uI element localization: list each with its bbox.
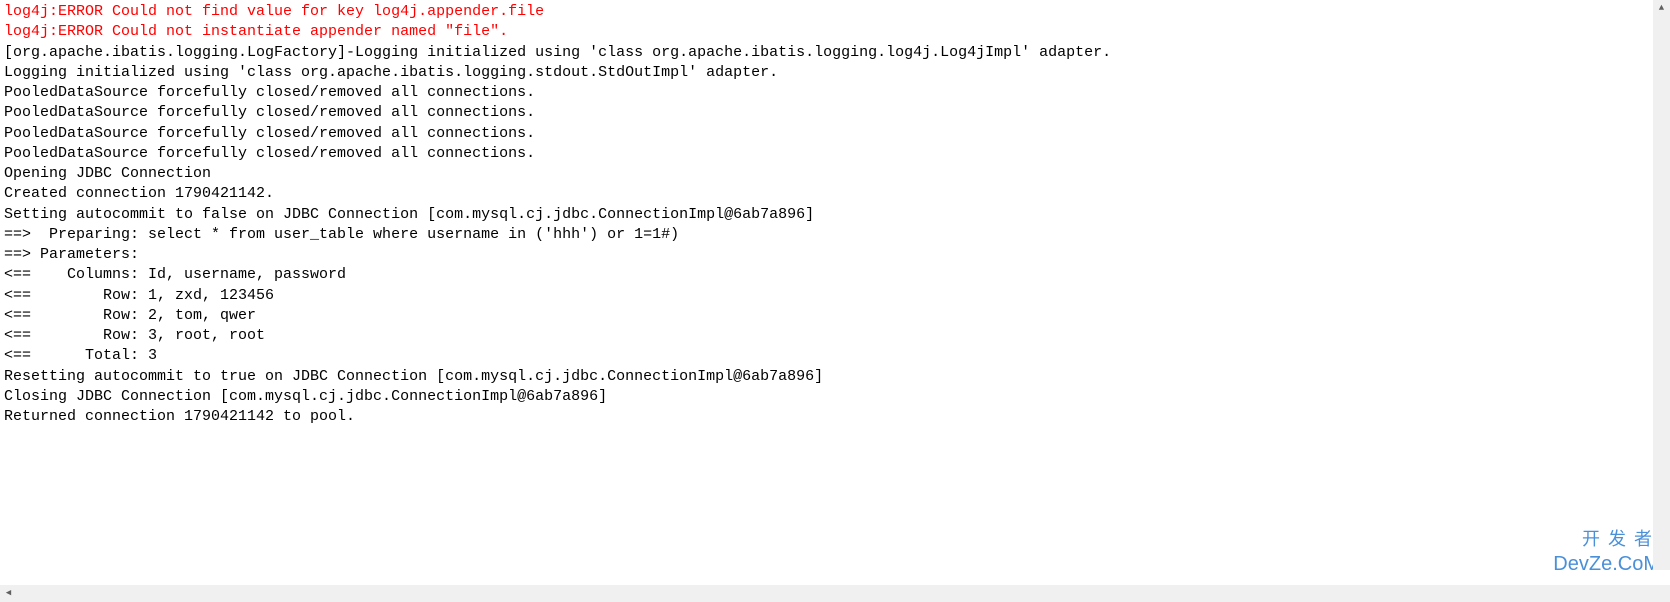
log-line: <== Row: 1, zxd, 123456: [4, 286, 1666, 306]
scroll-left-icon[interactable]: ◀: [0, 585, 17, 602]
log-line: [org.apache.ibatis.logging.LogFactory]-L…: [4, 43, 1666, 63]
log-line: <== Row: 3, root, root: [4, 326, 1666, 346]
log-line: PooledDataSource forcefully closed/remov…: [4, 124, 1666, 144]
log-line: PooledDataSource forcefully closed/remov…: [4, 83, 1666, 103]
log-line: <== Total: 3: [4, 346, 1666, 366]
log-line: PooledDataSource forcefully closed/remov…: [4, 144, 1666, 164]
log-line: Closing JDBC Connection [com.mysql.cj.jd…: [4, 387, 1666, 407]
log-error-line: log4j:ERROR Could not find value for key…: [4, 2, 1666, 22]
log-line: ==> Parameters:: [4, 245, 1666, 265]
log-line: <== Row: 2, tom, qwer: [4, 306, 1666, 326]
log-line: PooledDataSource forcefully closed/remov…: [4, 103, 1666, 123]
console-output: log4j:ERROR Could not find value for key…: [0, 0, 1670, 570]
log-line: Logging initialized using 'class org.apa…: [4, 63, 1666, 83]
log-line: Opening JDBC Connection: [4, 164, 1666, 184]
vertical-scrollbar[interactable]: ▲: [1653, 0, 1670, 570]
scrollbar-corner: [1653, 585, 1670, 602]
log-line: <== Columns: Id, username, password: [4, 265, 1666, 285]
log-line: Created connection 1790421142.: [4, 184, 1666, 204]
log-line: ==> Preparing: select * from user_table …: [4, 225, 1666, 245]
log-line: Resetting autocommit to true on JDBC Con…: [4, 367, 1666, 387]
log-line: Returned connection 1790421142 to pool.: [4, 407, 1666, 427]
horizontal-scrollbar[interactable]: ◀: [0, 585, 1653, 602]
log-line: Setting autocommit to false on JDBC Conn…: [4, 205, 1666, 225]
scroll-up-icon[interactable]: ▲: [1653, 0, 1670, 17]
log-error-line: log4j:ERROR Could not instantiate append…: [4, 22, 1666, 42]
